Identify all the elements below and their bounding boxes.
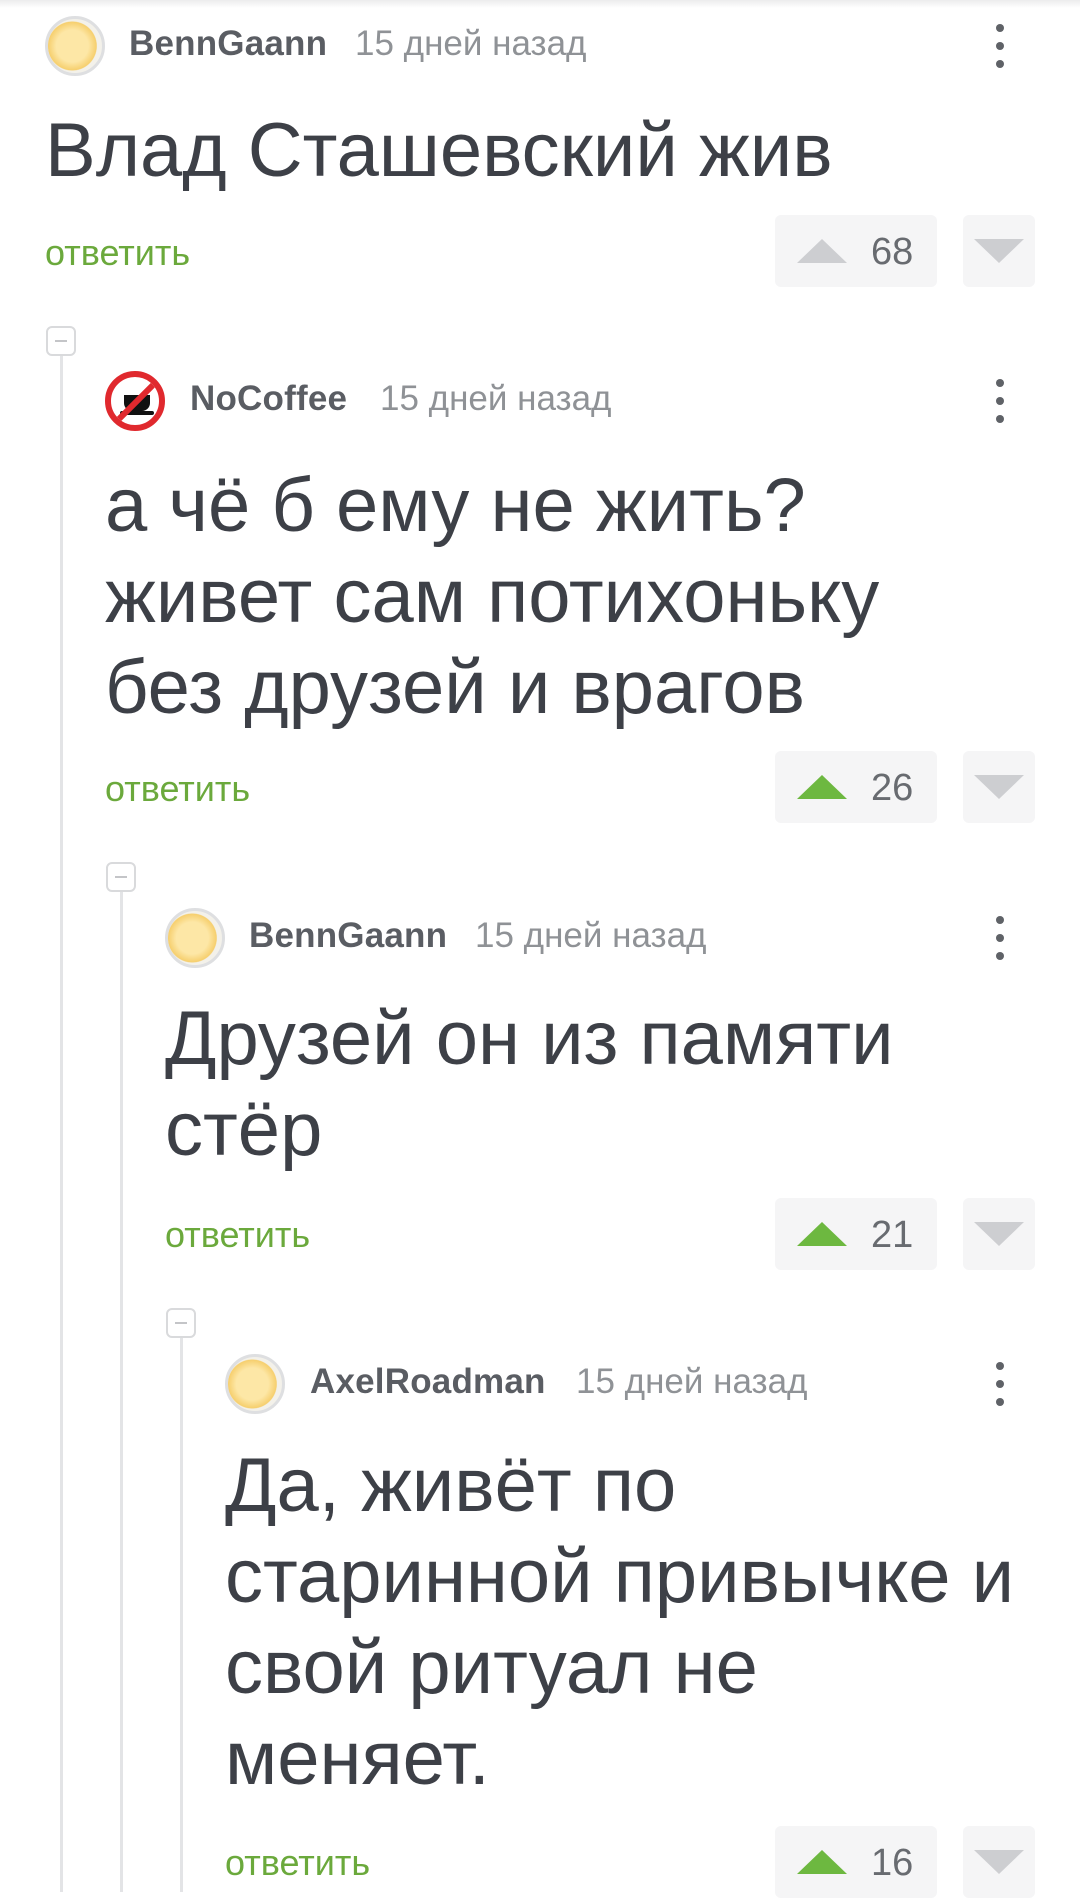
- downvote-arrow-icon: [974, 239, 1024, 263]
- avatar[interactable]: [45, 16, 105, 76]
- thread-line: [120, 892, 123, 1892]
- rating-count: 68: [871, 231, 914, 273]
- more-options-icon[interactable]: [980, 371, 1020, 431]
- reply-button[interactable]: ответить: [225, 1842, 370, 1884]
- reply-button[interactable]: ответить: [165, 1214, 310, 1256]
- downvote-arrow-icon: [974, 1850, 1024, 1874]
- reply-button[interactable]: ответить: [105, 768, 250, 810]
- collapse-thread-button[interactable]: [106, 862, 136, 892]
- comment-time: 15 дней назад: [475, 916, 707, 955]
- top-shadow: [0, 0, 1080, 8]
- downvote-button[interactable]: [963, 751, 1035, 823]
- collapse-thread-button[interactable]: [166, 1308, 196, 1338]
- comment-time: 15 дней назад: [355, 24, 587, 63]
- downvote-arrow-icon: [974, 1222, 1024, 1246]
- rating-count: 26: [871, 767, 914, 809]
- comment-text: а чё б ему не жить? живет сам потихоньку…: [105, 463, 880, 730]
- comment-text: Да, живёт по старинной привычке и свой р…: [225, 1443, 1015, 1801]
- avatar[interactable]: [165, 908, 225, 968]
- more-options-icon[interactable]: [980, 16, 1020, 76]
- downvote-button[interactable]: [963, 1198, 1035, 1270]
- upvote-button[interactable]: 26: [775, 751, 937, 823]
- more-options-icon[interactable]: [980, 908, 1020, 968]
- downvote-button[interactable]: [963, 215, 1035, 287]
- collapse-thread-button[interactable]: [46, 326, 76, 356]
- comment-time: 15 дней назад: [576, 1362, 808, 1401]
- rating-count: 16: [871, 1842, 914, 1884]
- rating-count: 21: [871, 1214, 914, 1256]
- downvote-button[interactable]: [963, 1826, 1035, 1898]
- upvote-arrow-icon: [797, 239, 847, 263]
- thread-line: [60, 356, 63, 1892]
- upvote-button[interactable]: 68: [775, 215, 937, 287]
- thread-line: [180, 1338, 183, 1892]
- comment-text: Друзей он из памяти стёр: [165, 996, 894, 1172]
- upvote-arrow-icon: [797, 1850, 847, 1874]
- upvote-arrow-icon: [797, 1222, 847, 1246]
- more-options-icon[interactable]: [980, 1354, 1020, 1414]
- comment-username[interactable]: BennGaann: [249, 916, 447, 956]
- comment-username[interactable]: AxelRoadman: [310, 1362, 546, 1402]
- comment-username[interactable]: NoCoffee: [190, 379, 347, 419]
- no-coffee-sign-avatar-icon[interactable]: [105, 371, 165, 431]
- comment-text: Влад Сташевский жив: [45, 108, 833, 193]
- downvote-arrow-icon: [974, 775, 1024, 799]
- avatar[interactable]: [225, 1354, 285, 1414]
- upvote-arrow-icon: [797, 775, 847, 799]
- reply-button[interactable]: ответить: [45, 232, 190, 274]
- upvote-button[interactable]: 16: [775, 1826, 937, 1898]
- comment-time: 15 дней назад: [380, 379, 612, 418]
- comment-username[interactable]: BennGaann: [129, 24, 327, 64]
- upvote-button[interactable]: 21: [775, 1198, 937, 1270]
